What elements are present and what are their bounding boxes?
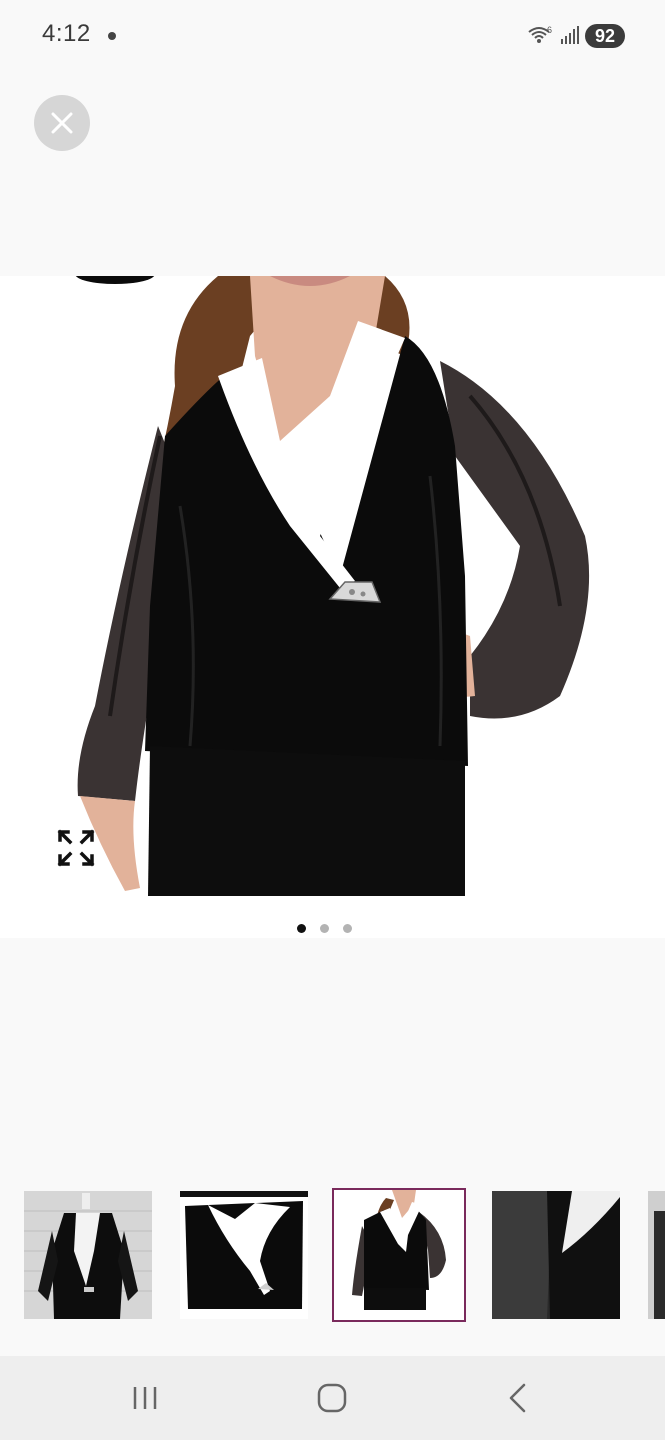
battery-indicator: 92 — [585, 24, 625, 48]
product-photo — [0, 276, 665, 938]
recents-button[interactable] — [115, 1378, 175, 1418]
page-dot-2[interactable] — [320, 924, 329, 933]
notification-dot — [108, 32, 116, 40]
recents-icon — [133, 1387, 157, 1409]
status-bar: 4:12 6 92 — [0, 0, 665, 72]
thumbnail-image — [180, 1191, 308, 1319]
product-image[interactable] — [0, 276, 665, 938]
status-time: 4:12 — [42, 20, 91, 47]
close-button[interactable] — [34, 95, 90, 151]
svg-text:6: 6 — [547, 25, 552, 35]
thumbnail-1[interactable] — [24, 1191, 152, 1319]
expand-icon[interactable] — [56, 828, 96, 868]
thumbnail-strip[interactable] — [0, 1186, 665, 1326]
wifi-icon: 6 — [528, 25, 552, 43]
back-icon — [509, 1383, 526, 1413]
thumbnail-image — [492, 1191, 620, 1319]
thumbnail-3[interactable] — [332, 1188, 466, 1322]
system-navigation-bar — [0, 1356, 665, 1440]
thumbnail-image — [334, 1190, 464, 1320]
page-dot-3[interactable] — [343, 924, 352, 933]
home-button[interactable] — [302, 1378, 362, 1418]
close-icon — [51, 112, 73, 134]
thumbnail-2[interactable] — [180, 1191, 308, 1319]
page-dot-1[interactable] — [297, 924, 306, 933]
thumbnail-image — [24, 1191, 152, 1319]
thumbnail-image — [648, 1191, 665, 1319]
thumbnail-5[interactable] — [648, 1191, 665, 1319]
thumbnail-4[interactable] — [492, 1191, 620, 1319]
signal-icon — [561, 26, 579, 44]
gallery-pagination — [0, 924, 665, 936]
home-icon — [317, 1383, 347, 1413]
back-button[interactable] — [488, 1378, 548, 1418]
